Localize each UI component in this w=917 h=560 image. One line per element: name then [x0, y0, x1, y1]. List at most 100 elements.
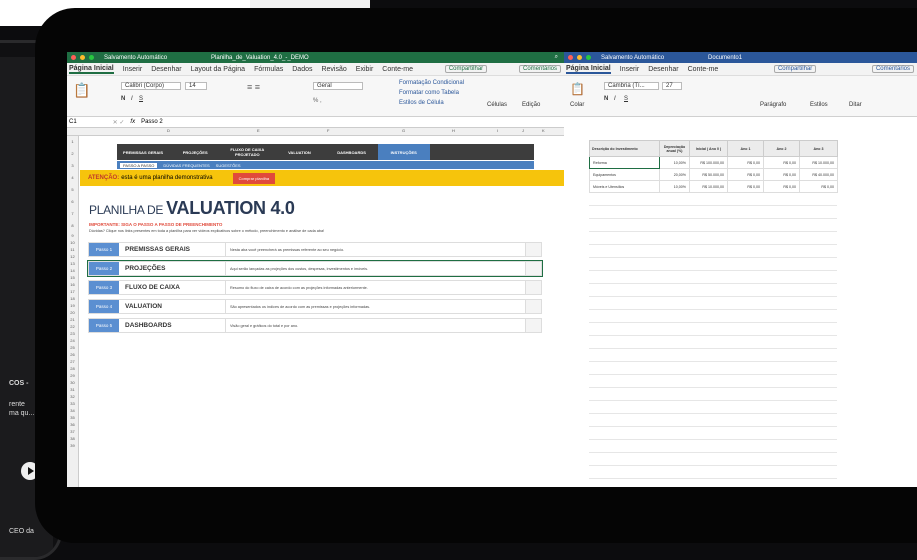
paste-button[interactable]: Colar — [570, 102, 584, 108]
row-number[interactable]: 8 — [67, 220, 78, 232]
empty-table-row[interactable] — [589, 375, 837, 388]
table-row[interactable]: Reforma 10,00% R$ 100.000,00 R$ 0,00 R$ … — [589, 156, 838, 169]
empty-table-row[interactable] — [589, 271, 837, 284]
table-cell[interactable]: R$ 10.000,00 — [689, 180, 728, 193]
tab-draw[interactable]: Desenhar — [151, 66, 181, 73]
empty-table-row[interactable] — [589, 245, 837, 258]
tab-review[interactable]: Revisão — [321, 66, 346, 73]
fx-icon[interactable]: fx — [130, 119, 135, 125]
formula-input[interactable]: Passo 2 — [141, 119, 163, 125]
table-cell[interactable]: 10,00% — [659, 180, 690, 193]
row-number[interactable]: 25 — [67, 344, 78, 351]
row-number[interactable]: 2 — [67, 148, 78, 160]
maximize-icon[interactable] — [586, 55, 591, 60]
empty-table-row[interactable] — [589, 414, 837, 427]
step-row[interactable]: Passo 3 FLUXO DE CAIXA Resumo do fluxo d… — [88, 280, 542, 295]
empty-table-row[interactable] — [589, 388, 837, 401]
table-cell[interactable]: R$ 40.000,00 — [799, 168, 838, 181]
row-number[interactable]: 29 — [67, 372, 78, 379]
autosave-label[interactable]: Salvamento Automático — [104, 55, 167, 61]
table-cell[interactable]: 10,00% — [659, 156, 690, 169]
empty-table-row[interactable] — [589, 453, 837, 466]
row-number[interactable]: 28 — [67, 365, 78, 372]
styles-button[interactable]: Estilos — [810, 102, 828, 108]
conditional-format-button[interactable]: Formatação Condicional — [399, 80, 464, 86]
row-number[interactable]: 19 — [67, 302, 78, 309]
paste-icon[interactable]: 📋 — [570, 82, 585, 96]
column-header[interactable]: F — [327, 128, 329, 133]
row-number[interactable]: 20 — [67, 309, 78, 316]
step-badge[interactable]: Passo 5 — [89, 319, 119, 332]
nav-projecoes[interactable]: PROJEÇÕES — [169, 150, 221, 155]
empty-table-row[interactable] — [589, 427, 837, 440]
row-number[interactable]: 14 — [67, 267, 78, 274]
search-icon[interactable]: ⌕ — [555, 54, 558, 61]
table-cell[interactable]: R$ 0,00 — [763, 156, 800, 169]
tell-me[interactable]: Conte-me — [382, 66, 413, 73]
subnav-passo[interactable]: PASSO A PASSO — [120, 162, 158, 168]
bold-icon[interactable]: N — [121, 96, 125, 102]
table-cell[interactable]: Reforma — [589, 156, 660, 169]
underline-icon[interactable]: S — [139, 96, 143, 102]
row-number[interactable]: 26 — [67, 351, 78, 358]
step-badge[interactable]: Passo 2 — [89, 262, 119, 275]
row-number[interactable]: 32 — [67, 393, 78, 400]
tab-insert[interactable]: Inserir — [620, 66, 639, 73]
step-row[interactable]: Passo 1 PREMISSAS GERAIS Nesta aba você … — [88, 242, 542, 257]
table-cell[interactable]: R$ 100.000,00 — [689, 156, 728, 169]
font-select[interactable]: Cambria (Tí... — [604, 82, 659, 90]
share-button[interactable]: Compartilhar — [444, 65, 488, 73]
row-number[interactable]: 30 — [67, 379, 78, 386]
nav-fluxo[interactable]: FLUXO DE CAIXA PROJETADO — [221, 147, 273, 157]
step-badge[interactable]: Passo 4 — [89, 300, 119, 313]
format-table-button[interactable]: Formatar como Tabela — [399, 90, 459, 96]
empty-table-row[interactable] — [589, 258, 837, 271]
column-header[interactable]: E — [257, 128, 260, 133]
table-cell[interactable]: R$ 0,00 — [727, 180, 764, 193]
font-select[interactable]: Calibri (Corpo) — [121, 82, 181, 90]
empty-table-row[interactable] — [589, 440, 837, 453]
empty-table-row[interactable] — [589, 297, 837, 310]
empty-table-row[interactable] — [589, 310, 837, 323]
paragraph-button[interactable]: Parágrafo — [760, 102, 786, 108]
italic-icon[interactable]: I — [614, 96, 616, 102]
row-number[interactable]: 34 — [67, 407, 78, 414]
step-row[interactable]: Passo 2 PROJEÇÕES Aqui serão lançadas as… — [87, 260, 543, 277]
row-number[interactable]: 9 — [67, 232, 78, 239]
table-cell[interactable]: Equipamentos — [589, 168, 660, 181]
empty-table-row[interactable] — [589, 401, 837, 414]
table-cell[interactable]: Móveis e Utensílios — [589, 180, 660, 193]
empty-table-row[interactable] — [589, 349, 837, 362]
row-number[interactable]: 31 — [67, 386, 78, 393]
subnav-duvidas[interactable]: DÚVIDAS FREQUENTES — [163, 163, 209, 168]
tab-page-layout[interactable]: Layout da Página — [191, 66, 246, 73]
row-number[interactable]: 15 — [67, 274, 78, 281]
subnav-sugestoes[interactable]: SUGESTÕES — [216, 163, 241, 168]
tab-view[interactable]: Exibir — [356, 66, 374, 73]
row-number[interactable]: 38 — [67, 435, 78, 442]
tab-home[interactable]: Página Inicial — [69, 65, 114, 74]
empty-table-row[interactable] — [589, 193, 837, 206]
table-cell[interactable]: R$ 10.000,00 — [799, 156, 838, 169]
cells-button[interactable]: Células — [487, 102, 507, 108]
close-icon[interactable] — [568, 55, 573, 60]
row-number[interactable]: 3 — [67, 160, 78, 172]
empty-table-row[interactable] — [589, 232, 837, 245]
paste-icon[interactable]: 📋 — [73, 82, 90, 99]
row-number[interactable]: 16 — [67, 281, 78, 288]
step-badge[interactable]: Passo 1 — [89, 243, 119, 256]
close-icon[interactable] — [71, 55, 76, 60]
minimize-icon[interactable] — [577, 55, 582, 60]
share-button[interactable]: Compartilhar — [773, 65, 817, 73]
word-document[interactable]: Descrição do Investimento Depreciação an… — [564, 117, 917, 487]
table-cell[interactable]: R$ 0,00 — [763, 180, 800, 193]
name-box[interactable]: C1 — [69, 119, 77, 125]
empty-table-row[interactable] — [589, 219, 837, 232]
nav-premissas[interactable]: PREMISSAS GERAIS — [117, 150, 169, 155]
comments-button[interactable]: Comentários — [871, 65, 914, 73]
tab-formulas[interactable]: Fórmulas — [254, 66, 283, 73]
row-number[interactable]: 6 — [67, 196, 78, 208]
row-number[interactable]: 22 — [67, 323, 78, 330]
maximize-icon[interactable] — [89, 55, 94, 60]
minimize-icon[interactable] — [80, 55, 85, 60]
